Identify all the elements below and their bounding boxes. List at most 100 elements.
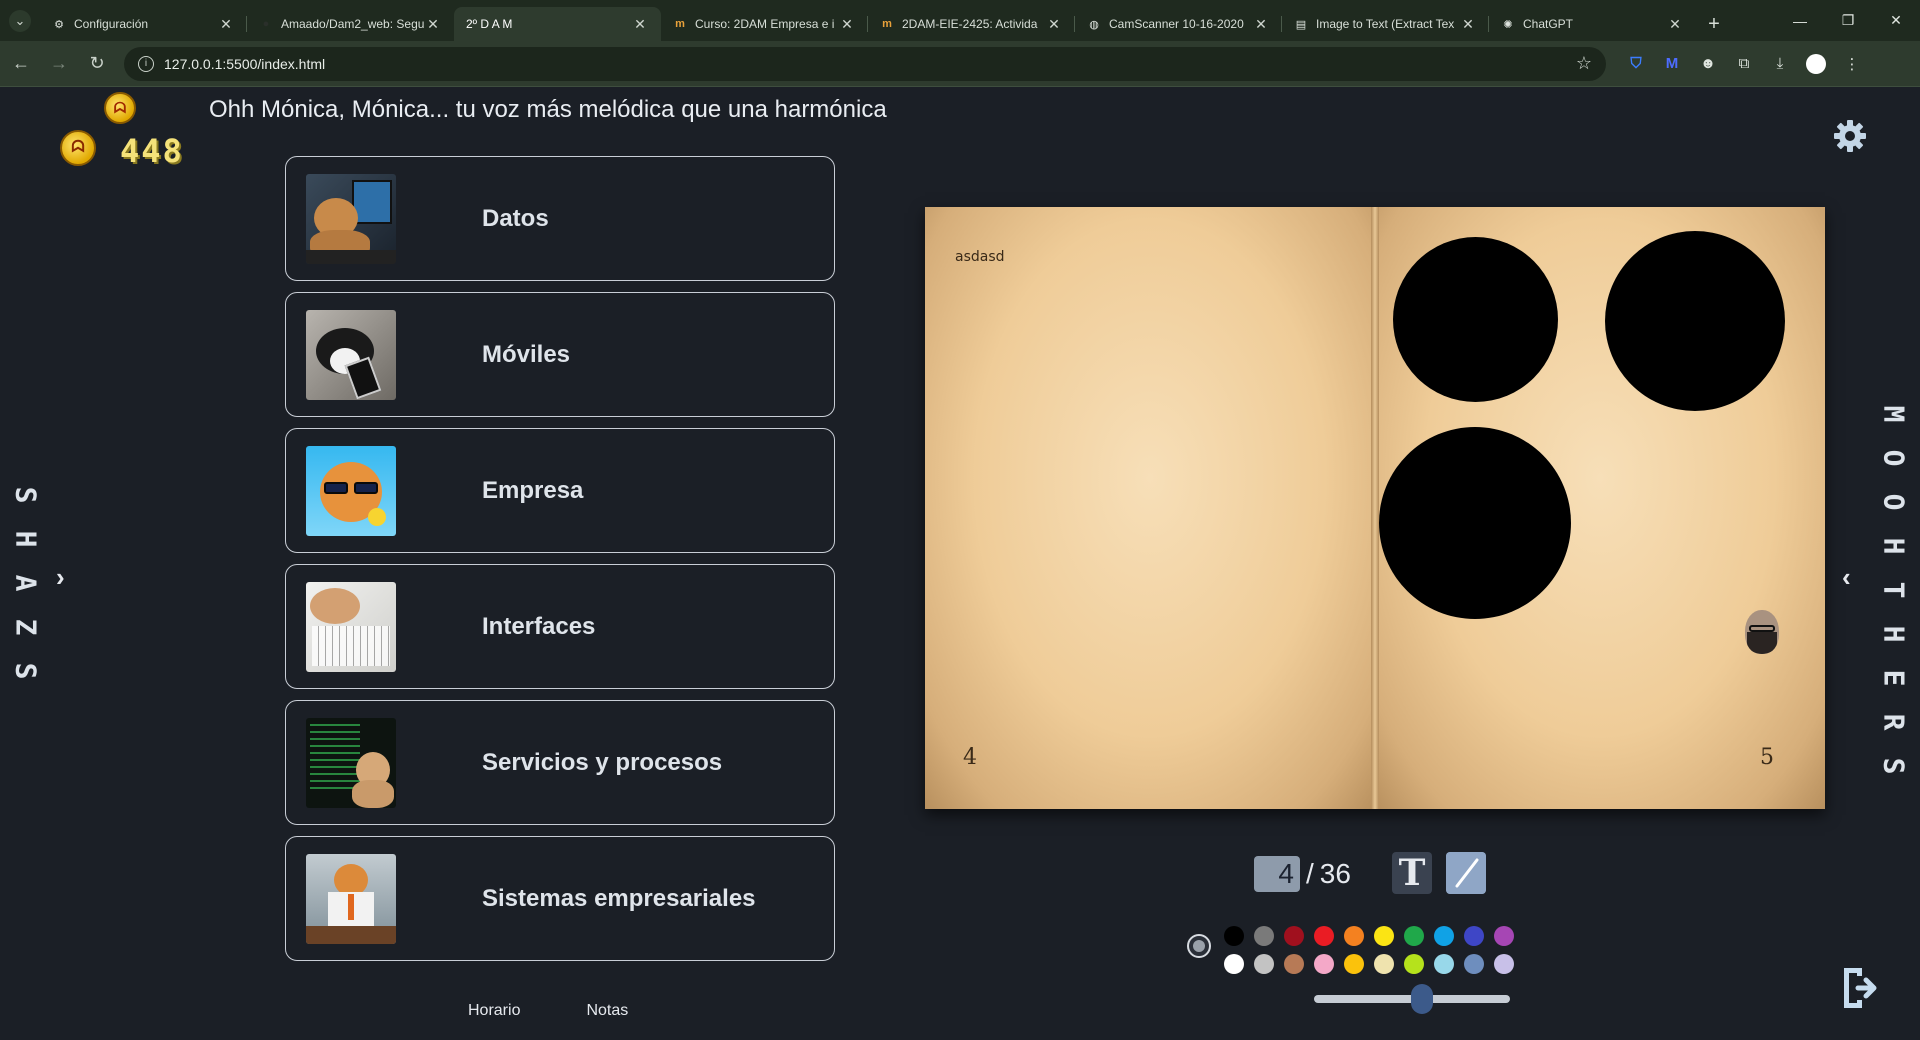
tab-title: ChatGPT xyxy=(1523,17,1574,31)
color-swatch[interactable] xyxy=(1464,954,1484,974)
forward-button[interactable]: → xyxy=(42,47,76,81)
tab-camscanner[interactable]: ◍ CamScanner 10-16-2020 ✕ xyxy=(1075,7,1282,41)
color-swatch[interactable] xyxy=(1404,954,1424,974)
color-swatch[interactable] xyxy=(1254,926,1274,946)
side-letter: O xyxy=(1876,449,1910,467)
teacher-avatar[interactable] xyxy=(1745,610,1779,654)
tab-github[interactable]: ● Amaado/Dam2_web: Segu ✕ xyxy=(247,7,454,41)
side-letter: R xyxy=(1876,713,1910,731)
pager-separator: / xyxy=(1306,858,1314,889)
tab-bar: ⌄ ⚙ Configuración ✕ ● Amaado/Dam2_web: S… xyxy=(0,0,1920,41)
mailmeteor-icon[interactable]: M xyxy=(1656,48,1688,80)
pen-tool-button[interactable] xyxy=(1446,852,1486,894)
tab-configuracion[interactable]: ⚙ Configuración ✕ xyxy=(40,7,247,41)
close-icon[interactable]: ✕ xyxy=(1459,16,1477,33)
color-swatch[interactable] xyxy=(1494,954,1514,974)
close-icon[interactable]: ✕ xyxy=(217,16,235,33)
side-letter: H xyxy=(8,530,42,548)
restore-button[interactable]: ❐ xyxy=(1824,0,1872,41)
subject-card-datos[interactable]: Datos xyxy=(285,156,835,281)
subject-card-sistemas[interactable]: Sistemas empresariales xyxy=(285,836,835,961)
book-spine xyxy=(1371,207,1379,809)
close-icon[interactable]: ✕ xyxy=(838,16,856,33)
color-swatch[interactable] xyxy=(1344,954,1364,974)
back-button[interactable]: ← xyxy=(4,47,38,81)
subject-card-moviles[interactable]: Móviles xyxy=(285,292,835,417)
color-swatch[interactable] xyxy=(1434,954,1454,974)
tab-chatgpt[interactable]: ✺ ChatGPT ✕ xyxy=(1489,7,1696,41)
close-icon[interactable]: ✕ xyxy=(1252,16,1270,33)
extensions: ⛉ M ☻ ⧉ ⤓ ⋮ xyxy=(1620,48,1868,80)
tab-actividades[interactable]: m 2DAM-EIE-2425: Activida ✕ xyxy=(868,7,1075,41)
close-icon[interactable]: ✕ xyxy=(631,16,649,33)
tab-curso-empresa[interactable]: m Curso: 2DAM Empresa e i ✕ xyxy=(661,7,868,41)
subject-card-servicios[interactable]: Servicios y procesos xyxy=(285,700,835,825)
subject-card-interfaces[interactable]: Interfaces xyxy=(285,564,835,689)
color-swatch[interactable] xyxy=(1404,926,1424,946)
color-swatch[interactable] xyxy=(1224,954,1244,974)
puzzle-icon[interactable]: ⧉ xyxy=(1728,48,1760,80)
color-swatch[interactable] xyxy=(1314,926,1334,946)
schedule-link[interactable]: Horario xyxy=(468,1002,520,1020)
kebab-menu-icon[interactable]: ⋮ xyxy=(1836,48,1868,80)
color-swatch[interactable] xyxy=(1254,954,1274,974)
color-swatch[interactable] xyxy=(1314,954,1334,974)
info-icon[interactable]: i xyxy=(138,55,154,72)
chevron-right-icon[interactable]: › xyxy=(56,562,65,593)
close-icon[interactable]: ✕ xyxy=(1045,16,1063,33)
slider-handle[interactable] xyxy=(1411,984,1433,1014)
chevron-left-icon[interactable]: ‹ xyxy=(1842,562,1851,593)
color-swatch[interactable] xyxy=(1224,926,1244,946)
tab-2dam[interactable]: 2º D A M ✕ xyxy=(454,7,661,41)
color-swatch[interactable] xyxy=(1284,926,1304,946)
tab-title: CamScanner 10-16-2020 xyxy=(1109,17,1244,31)
chatgpt-icon: ✺ xyxy=(1503,18,1513,31)
grades-link[interactable]: Notas xyxy=(586,1002,628,1020)
tab-image-to-text[interactable]: ▤ Image to Text (Extract Tex ✕ xyxy=(1282,7,1489,41)
drawn-circle xyxy=(1393,237,1558,402)
logout-icon[interactable] xyxy=(1838,964,1882,1012)
color-swatch[interactable] xyxy=(1494,926,1514,946)
drawn-circle xyxy=(1605,231,1785,411)
color-swatch[interactable] xyxy=(1374,926,1394,946)
current-page-input[interactable]: 4 xyxy=(1254,856,1300,892)
glasses-shape xyxy=(1749,625,1775,632)
app-page: ᗣ ᗣ 448 Ohh Mónica, Mónica... tu voz más… xyxy=(0,88,1920,1040)
bitwarden-icon[interactable]: ⛉ xyxy=(1620,48,1652,80)
coin-icon: ᗣ xyxy=(60,130,96,166)
eraser-button[interactable] xyxy=(1187,934,1211,958)
minimize-button[interactable]: — xyxy=(1776,0,1824,41)
side-label-left: S H A Z S xyxy=(9,476,42,690)
color-swatch[interactable] xyxy=(1434,926,1454,946)
close-window-button[interactable]: ✕ xyxy=(1872,0,1920,41)
close-icon[interactable]: ✕ xyxy=(424,16,442,33)
notebook-page-right[interactable]: 5 xyxy=(1375,207,1825,809)
cat-computer-image xyxy=(306,173,396,264)
tab-title: Image to Text (Extract Tex xyxy=(1316,17,1455,31)
moodle-icon: m xyxy=(675,18,685,30)
profile-avatar[interactable] xyxy=(1806,53,1826,74)
reload-button[interactable]: ↻ xyxy=(80,47,114,81)
bookmark-star-icon[interactable]: ☆ xyxy=(1576,53,1592,74)
color-swatch[interactable] xyxy=(1464,926,1484,946)
text-tool-button[interactable]: T xyxy=(1392,852,1432,894)
tab-title: 2º D A M xyxy=(466,17,513,31)
window-controls: — ❐ ✕ xyxy=(1776,0,1920,41)
color-swatch[interactable] xyxy=(1284,954,1304,974)
side-letter: S xyxy=(8,486,42,504)
notebook-page-left[interactable]: asdasd 4 xyxy=(925,207,1375,809)
new-tab-button[interactable]: + xyxy=(1696,7,1732,41)
subject-card-empresa[interactable]: Empresa xyxy=(285,428,835,553)
url-input[interactable]: i 127.0.0.1:5500/index.html ☆ xyxy=(124,46,1606,81)
side-letter: A xyxy=(8,574,42,592)
tab-search-button[interactable]: ⌄ xyxy=(0,0,40,41)
brush-size-slider[interactable] xyxy=(1314,984,1510,1014)
color-swatch[interactable] xyxy=(1374,954,1394,974)
page-note: asdasd xyxy=(955,249,1005,265)
cat-sunglasses-image xyxy=(306,445,396,536)
download-icon[interactable]: ⤓ xyxy=(1764,48,1796,80)
settings-gear-icon[interactable] xyxy=(1832,118,1868,154)
close-icon[interactable]: ✕ xyxy=(1666,16,1684,33)
extension-face-icon[interactable]: ☻ xyxy=(1692,48,1724,80)
color-swatch[interactable] xyxy=(1344,926,1364,946)
